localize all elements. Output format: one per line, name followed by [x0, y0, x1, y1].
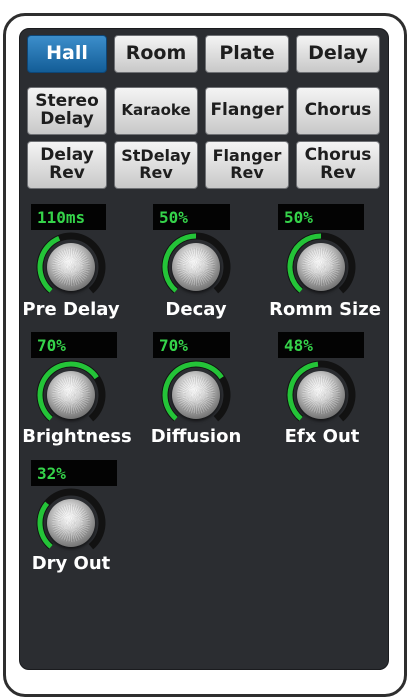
pre-delay-label: Pre Delay — [22, 299, 120, 320]
decay-value-display: 50% — [153, 204, 230, 230]
knob-cap — [47, 243, 95, 291]
effect-button-hall[interactable]: Hall — [27, 35, 107, 73]
brightness-label: Brightness — [22, 426, 132, 447]
reverb-effects-panel: Hall Room Plate Delay Stereo Delay Karao… — [19, 28, 389, 670]
pre-delay-knob[interactable] — [35, 231, 107, 303]
brightness-knob[interactable] — [35, 359, 107, 431]
effect-button-delay[interactable]: Delay — [296, 35, 380, 73]
dry-out-label: Dry Out — [31, 553, 111, 574]
effect-button-delay-rev[interactable]: Delay Rev — [27, 141, 107, 189]
knob-cap — [47, 371, 95, 419]
effect-button-stdelay-rev[interactable]: StDelay Rev — [114, 141, 198, 189]
knob-cap — [47, 499, 95, 547]
knob-cap — [297, 243, 345, 291]
knob-cap — [172, 243, 220, 291]
effect-button-stereo-delay[interactable]: Stereo Delay — [27, 87, 107, 135]
effect-button-room[interactable]: Room — [114, 35, 198, 73]
effect-button-plate[interactable]: Plate — [205, 35, 289, 73]
pre-delay-value-display: 110ms — [31, 204, 106, 230]
effect-button-karaoke[interactable]: Karaoke — [114, 87, 198, 135]
effect-button-chorus-rev[interactable]: Chorus Rev — [296, 141, 380, 189]
knob-cap — [297, 371, 345, 419]
effect-button-flanger[interactable]: Flanger — [205, 87, 289, 135]
knob-cap — [172, 371, 220, 419]
effect-button-flanger-rev[interactable]: Flanger Rev — [205, 141, 289, 189]
efx-out-value-display: 48% — [278, 332, 364, 358]
diffusion-label: Diffusion — [150, 426, 242, 447]
diffusion-knob[interactable] — [160, 359, 232, 431]
dry-out-knob[interactable] — [35, 487, 107, 559]
decay-knob[interactable] — [160, 231, 232, 303]
room-size-value-display: 50% — [278, 204, 364, 230]
decay-label: Decay — [165, 299, 227, 320]
efx-out-knob[interactable] — [285, 359, 357, 431]
effect-button-chorus[interactable]: Chorus — [296, 87, 380, 135]
brightness-value-display: 70% — [31, 332, 117, 358]
room-size-knob[interactable] — [285, 231, 357, 303]
room-size-label: Romm Size — [269, 299, 381, 320]
diffusion-value-display: 70% — [153, 332, 230, 358]
efx-out-label: Efx Out — [284, 426, 360, 447]
dry-out-value-display: 32% — [31, 460, 117, 486]
